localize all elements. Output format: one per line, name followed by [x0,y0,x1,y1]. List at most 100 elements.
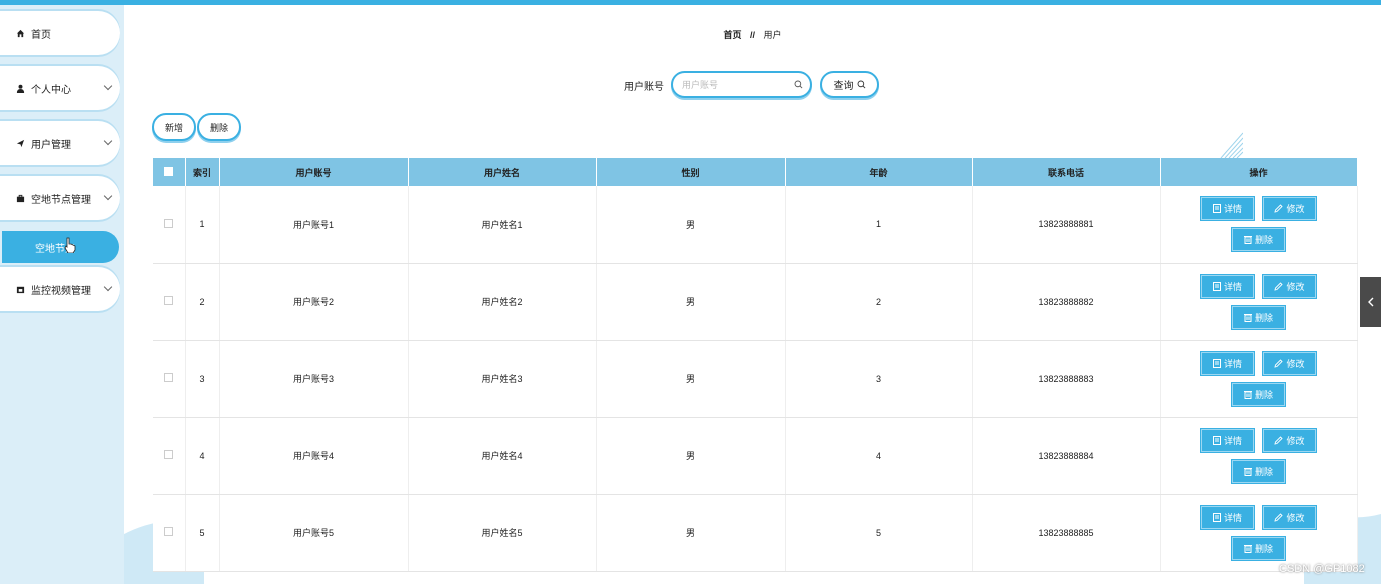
row-checkbox[interactable] [164,218,174,228]
cell-name: 用户姓名3 [408,340,597,418]
table-row: 4 用户账号4 用户姓名4 男 4 13823888884 详情 修改 删除 [153,417,1358,495]
cell-age: 3 [785,340,973,418]
document-icon [1212,281,1221,291]
chevron-down-icon [103,191,113,201]
detail-button-label: 详情 [1223,204,1242,215]
batch-delete-button[interactable]: 删除 [197,113,241,141]
cell-phone: 13823888881 [972,186,1161,264]
trash-icon [1243,390,1252,399]
column-header: 联系电话 [972,158,1161,186]
detail-button[interactable]: 详情 [1200,504,1255,530]
delete-button[interactable]: 删除 [1231,458,1286,484]
row-select-cell[interactable] [153,186,186,264]
row-checkbox[interactable] [164,296,174,305]
delete-button[interactable]: 删除 [1231,227,1286,253]
breadcrumb-current: 用户 [763,30,782,40]
edit-button-label: 修改 [1286,512,1305,523]
edit-button[interactable]: 修改 [1262,350,1317,376]
detail-button-label: 详情 [1223,435,1242,446]
row-select-cell[interactable] [153,263,186,341]
trash-icon [1243,313,1252,322]
cell-operations: 详情 修改删除 [1160,417,1358,495]
table-row: 3 用户账号3 用户姓名3 男 3 13823888883 详情 修改 删除 [153,340,1358,418]
delete-button-label: 删除 [1254,543,1273,554]
select-all-cell[interactable] [153,158,186,186]
breadcrumb-home[interactable]: 首页 [723,30,741,40]
briefcase-icon [15,193,25,203]
search-input[interactable] [673,73,783,96]
breadcrumb: 首页 // 用户 [124,28,1381,41]
edit-button-label: 修改 [1286,204,1305,215]
row-select-cell[interactable] [153,417,186,495]
row-checkbox[interactable] [164,527,174,536]
delete-button[interactable]: 删除 [1231,304,1286,330]
table-row: 5 用户账号5 用户姓名5 男 5 13823888885 详情 修改 删除 [153,494,1358,572]
delete-button[interactable]: 删除 [1231,381,1286,407]
edit-button[interactable]: 修改 [1262,504,1317,530]
sidebar-item-home[interactable]: 首页 [0,11,120,55]
cell-phone: 13823888885 [972,494,1161,572]
search-field[interactable] [671,71,812,98]
edit-button-label: 修改 [1286,435,1305,446]
row-checkbox[interactable] [164,373,174,382]
query-button[interactable]: 查询 [820,71,879,98]
select-all-checkbox[interactable] [164,166,174,176]
column-header: 索引 [185,158,220,186]
query-button-label: 查询 [833,81,854,92]
search-icon [857,80,865,89]
sidebar: 首页 个人中心 用户管理 空地节点管理 空地节点 监控视频管理 [0,5,124,584]
detail-button[interactable]: 详情 [1200,427,1255,453]
user-table: 索引 用户账号 用户姓名 性别 年龄 联系电话 操作 1 用户账号1 用户姓名1 男 1… [153,158,1358,572]
chevron-down-icon [103,81,113,91]
document-icon [1212,358,1221,368]
trash-icon [1243,236,1252,245]
cell-phone: 13823888882 [972,263,1161,341]
sidebar-item-user-management[interactable]: 用户管理 [0,121,120,165]
column-header: 用户姓名 [408,158,597,186]
breadcrumb-separator: // [749,30,755,40]
cell-index: 2 [185,263,220,341]
table-header-row: 索引 用户账号 用户姓名 性别 年龄 联系电话 操作 [153,158,1358,186]
pencil-icon [1274,358,1284,368]
edit-button-label: 修改 [1286,281,1305,292]
cell-gender: 男 [596,417,786,495]
sidebar-item-label: 个人中心 [31,84,71,96]
detail-button[interactable]: 详情 [1200,273,1255,299]
sidebar-item-video-management[interactable]: 监控视频管理 [0,267,120,311]
chevron-down-icon [103,136,113,146]
detail-button[interactable]: 详情 [1200,350,1255,376]
pencil-icon [1274,281,1284,291]
delete-button-label: 删除 [1254,389,1273,400]
cell-index: 3 [185,340,220,418]
cell-account: 用户账号3 [219,340,409,418]
trash-icon [1243,467,1252,476]
edit-button[interactable]: 修改 [1262,427,1317,453]
detail-button[interactable]: 详情 [1200,196,1255,222]
cell-account: 用户账号1 [219,186,409,264]
column-header: 性别 [596,158,786,186]
delete-button-label: 删除 [1254,235,1273,246]
chevron-down-icon [103,282,113,292]
cell-phone: 13823888883 [972,340,1161,418]
operations-group: 详情 修改删除 [1161,350,1357,407]
cell-account: 用户账号5 [219,494,409,572]
cell-operations: 详情 修改删除 [1160,340,1358,418]
sidebar-item-node-management[interactable]: 空地节点管理 [0,176,120,220]
delete-button[interactable]: 删除 [1231,535,1286,561]
row-checkbox[interactable] [164,450,174,459]
send-icon [15,138,25,148]
row-select-cell[interactable] [153,340,186,418]
add-button[interactable]: 新增 [152,113,196,141]
column-header: 用户账号 [219,158,409,186]
sidebar-item-profile[interactable]: 个人中心 [0,66,120,110]
collapse-panel-button[interactable] [1360,277,1381,327]
edit-button[interactable]: 修改 [1262,273,1317,299]
cell-account: 用户账号4 [219,417,409,495]
sidebar-subitem-node[interactable]: 空地节点 [2,231,119,263]
operations-row: 详情 修改 [1200,504,1317,530]
edit-button[interactable]: 修改 [1262,196,1317,222]
sidebar-item-label: 监控视频管理 [31,285,91,297]
decorative-stripes [1220,132,1243,158]
edit-button-label: 修改 [1286,358,1305,369]
row-select-cell[interactable] [153,494,186,572]
